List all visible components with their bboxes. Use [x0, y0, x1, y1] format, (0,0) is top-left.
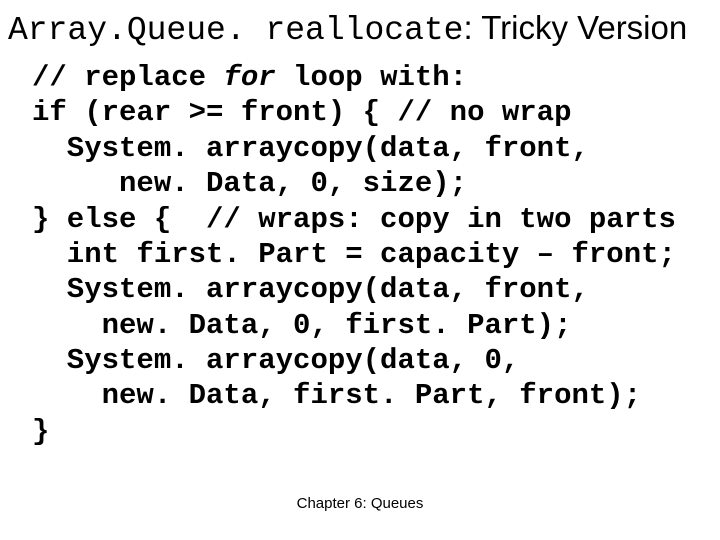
code-line-11: }: [32, 415, 49, 448]
slide: Array.Queue. reallocate: Tricky Version …: [0, 0, 720, 540]
code-line-5: } else { // wraps: copy in two parts: [32, 203, 676, 236]
code-block: // replace for loop with: if (rear >= fr…: [32, 60, 710, 449]
code-line-2: if (rear >= front) { // no wrap: [32, 96, 572, 129]
code-line-9: System. arraycopy(data, 0,: [32, 344, 519, 377]
code-line-8: new. Data, 0, first. Part);: [32, 309, 572, 342]
code-line-1a: // replace: [32, 61, 223, 94]
title-mono: Array.Queue. reallocate: [8, 12, 463, 49]
title-sans: : Tricky Version: [463, 9, 687, 46]
code-line-1c: loop with:: [276, 61, 467, 94]
code-line-1b: for: [223, 61, 275, 94]
code-line-10: new. Data, first. Part, front);: [32, 379, 641, 412]
code-line-4: new. Data, 0, size);: [32, 167, 467, 200]
slide-footer: Chapter 6: Queues: [0, 495, 720, 512]
code-line-3: System. arraycopy(data, front,: [32, 132, 589, 165]
slide-title: Array.Queue. reallocate: Tricky Version: [8, 10, 720, 49]
code-line-6: int first. Part = capacity – front;: [32, 238, 676, 271]
code-line-7: System. arraycopy(data, front,: [32, 273, 589, 306]
